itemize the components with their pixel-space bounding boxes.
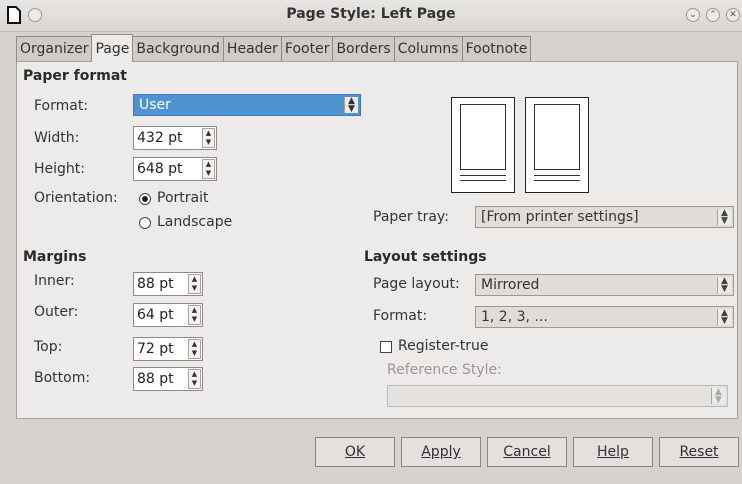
right-page-body (534, 104, 580, 170)
reset-button[interactable]: Reset (659, 437, 739, 467)
width-value: 432 pt (137, 130, 183, 146)
left-page-preview (451, 97, 515, 193)
page-layout-value: Mirrored (481, 277, 540, 293)
page-tab-panel: Paper format Format: User ▲ ▼ Width: 432 … (16, 61, 738, 419)
tab-organizer[interactable]: Organizer (16, 36, 93, 62)
portrait-label[interactable]: Portrait (157, 190, 208, 206)
title-bar: Page Style: Left Page ⌄ ⌃ ✕ (0, 0, 742, 32)
inner-field[interactable]: 88 pt ▲ ▼ (133, 272, 203, 296)
reset-button-label: Reset (679, 444, 719, 460)
numbering-format-select[interactable]: 1, 2, 3, ... ▲ ▼ (475, 306, 734, 328)
cancel-button[interactable]: Cancel (487, 437, 567, 467)
inner-label: Inner: (34, 273, 75, 289)
height-field[interactable]: 648 pt ▲ ▼ (133, 157, 217, 181)
bottom-value: 88 pt (137, 371, 174, 387)
format-label: Format: (34, 98, 89, 114)
tab-page[interactable]: Page (91, 34, 134, 62)
tab-footer[interactable]: Footer (280, 36, 334, 62)
top-value: 72 pt (137, 341, 174, 357)
reference-style-label: Reference Style: (387, 362, 502, 378)
tab-background[interactable]: Background (132, 36, 224, 62)
orientation-label: Orientation: (34, 190, 118, 206)
portrait-radio[interactable] (139, 193, 151, 205)
help-button-label: Help (597, 444, 629, 460)
page-layout-label: Page layout: (373, 276, 460, 292)
right-page-preview (525, 97, 589, 193)
bottom-label: Bottom: (34, 370, 91, 386)
width-spinner-icon[interactable]: ▲ ▼ (202, 128, 215, 148)
page-layout-select[interactable]: Mirrored ▲ ▼ (475, 274, 734, 296)
paper-tray-value: [From printer settings] (481, 209, 639, 225)
ok-button-label: OK (344, 444, 366, 460)
height-spinner-icon[interactable]: ▲ ▼ (202, 159, 215, 179)
paper-format-heading: Paper format (23, 68, 127, 84)
format-select-arrow-icon[interactable]: ▲ ▼ (344, 97, 358, 114)
maximize-icon[interactable]: ⌃ (706, 8, 720, 22)
left-page-footer-line-2 (460, 180, 506, 181)
height-value: 648 pt (137, 161, 183, 177)
paper-tray-label: Paper tray: (373, 209, 449, 225)
paper-tray-arrow-icon[interactable]: ▲ ▼ (717, 209, 731, 226)
width-label: Width: (34, 130, 80, 146)
tab-footnote[interactable]: Footnote (461, 36, 532, 62)
outer-label: Outer: (34, 304, 79, 320)
apply-button[interactable]: Apply (401, 437, 481, 467)
cancel-button-label: Cancel (503, 444, 551, 460)
window-title: Page Style: Left Page (286, 6, 456, 22)
paper-tray-select[interactable]: [From printer settings] ▲ ▼ (475, 206, 734, 228)
register-true-label[interactable]: Register-true (398, 338, 489, 354)
left-page-footer-line (460, 175, 506, 176)
landscape-label[interactable]: Landscape (157, 214, 232, 230)
right-page-footer-line-2 (534, 180, 580, 181)
reference-style-arrow-icon: ▲ ▼ (711, 388, 725, 405)
landscape-radio[interactable] (139, 217, 151, 229)
format-select[interactable]: User ▲ ▼ (133, 94, 361, 116)
format-select-value: User (139, 97, 171, 113)
inner-value: 88 pt (137, 276, 174, 292)
minimize-icon[interactable]: ⌄ (686, 8, 700, 22)
numbering-format-value: 1, 2, 3, ... (481, 309, 548, 325)
left-page-body (460, 104, 506, 170)
bottom-spinner-icon[interactable]: ▲ ▼ (188, 369, 201, 389)
ok-button[interactable]: OK (315, 437, 395, 467)
page-layout-arrow-icon[interactable]: ▲ ▼ (717, 277, 731, 294)
top-field[interactable]: 72 pt ▲ ▼ (133, 337, 203, 361)
inner-spinner-icon[interactable]: ▲ ▼ (188, 274, 201, 294)
apply-button-label: Apply (421, 444, 461, 460)
tab-header[interactable]: Header (222, 36, 282, 62)
tab-borders[interactable]: Borders (332, 36, 395, 62)
register-true-checkbox[interactable] (380, 341, 392, 353)
height-label: Height: (34, 161, 85, 177)
layout-settings-heading: Layout settings (364, 249, 487, 265)
top-spinner-icon[interactable]: ▲ ▼ (188, 339, 201, 359)
close-icon[interactable]: ✕ (726, 8, 740, 22)
margins-heading: Margins (23, 249, 87, 265)
top-label: Top: (34, 339, 63, 355)
outer-spinner-icon[interactable]: ▲ ▼ (188, 305, 201, 325)
tab-columns[interactable]: Columns (393, 36, 463, 62)
numbering-format-label: Format: (373, 308, 428, 324)
help-button[interactable]: Help (573, 437, 653, 467)
outer-field[interactable]: 64 pt ▲ ▼ (133, 303, 203, 327)
reference-style-select: ▲ ▼ (387, 385, 728, 407)
tab-bar: Organizer Page Background Header Footer … (16, 34, 532, 62)
width-field[interactable]: 432 pt ▲ ▼ (133, 126, 217, 150)
bottom-field[interactable]: 88 pt ▲ ▼ (133, 367, 203, 391)
numbering-format-arrow-icon[interactable]: ▲ ▼ (717, 309, 731, 326)
right-page-footer-line (534, 175, 580, 176)
outer-value: 64 pt (137, 307, 174, 323)
